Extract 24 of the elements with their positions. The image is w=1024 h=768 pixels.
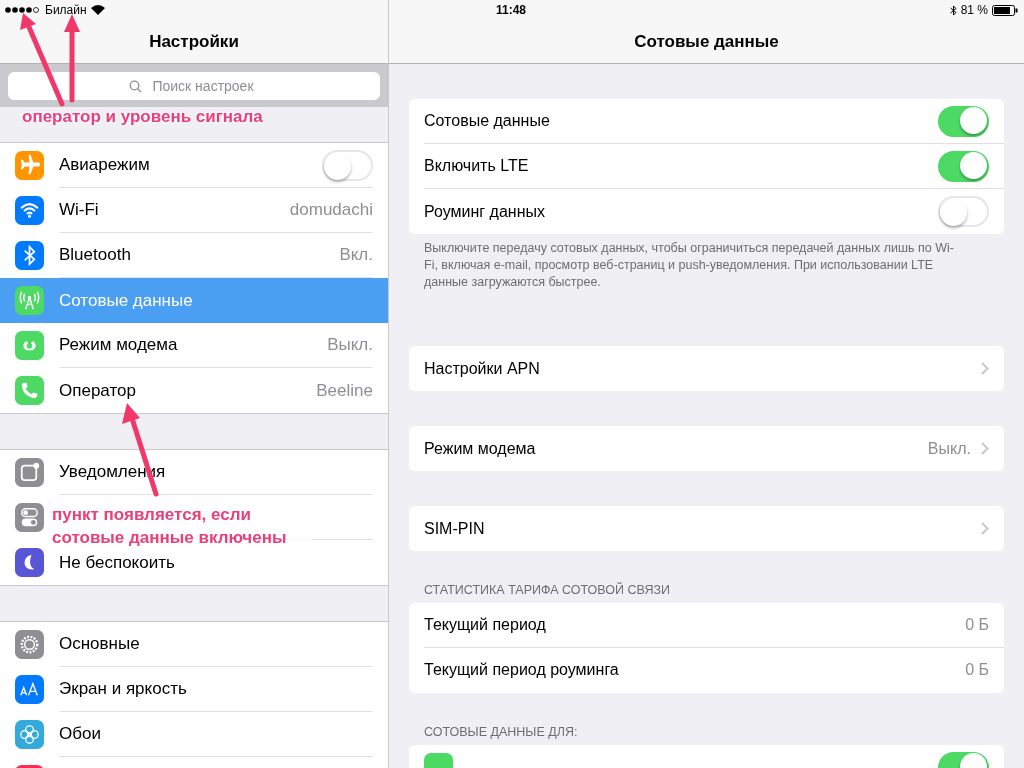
nav-title: Сотовые данные — [634, 30, 779, 53]
row-label: Включить LTE — [424, 156, 530, 176]
section-header: СТАТИСТИКА ТАРИФА СОТОВОЙ СВЯЗИ — [423, 581, 671, 599]
row-label: Сотовые данные — [424, 111, 551, 131]
nav-title: Настройки — [149, 30, 239, 53]
row-value: Выкл. — [927, 438, 971, 459]
row-label: Режим модема — [424, 438, 537, 459]
section-header: СОТОВЫЕ ДАННЫЕ ДЛЯ: — [423, 723, 579, 741]
row-label: Текущий период роуминга — [424, 660, 620, 681]
row-value: 0 Б — [965, 614, 989, 635]
row-label: Роуминг данных — [424, 201, 546, 222]
item-value: domudachi — [289, 199, 373, 222]
battery-percent: 81 % — [960, 2, 988, 19]
carrier-name: Билайн — [45, 2, 87, 19]
item-value: Beeline — [316, 379, 373, 402]
item-value: Вкл. — [339, 244, 373, 267]
status-time: 11:48 — [496, 2, 527, 19]
row-value: 0 Б — [965, 660, 989, 681]
row-label: Настройки APN — [424, 358, 541, 379]
section-footer: Выключите передачу сотовых данных, чтобы ограничиться передачей данных лишь по Wi-Fi, включая e-mail, просмотр веб-страниц и push-уведомления. При использовании LTE данные загружаются быстрее. — [409, 234, 1004, 291]
row-label: Текущий период — [424, 614, 547, 635]
item-value: Выкл. — [327, 334, 373, 357]
row-label: SIM-PIN — [424, 518, 486, 539]
annotation-text: оператор и уровень сигнала — [22, 106, 263, 128]
